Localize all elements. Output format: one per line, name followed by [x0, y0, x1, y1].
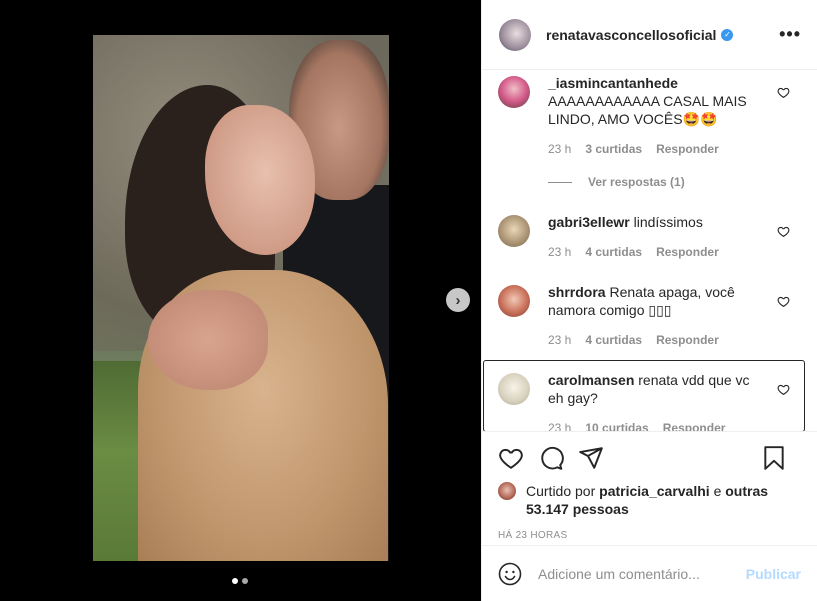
first-liker-link[interactable]: patricia_carvalhi	[599, 483, 710, 499]
carousel-dot	[242, 578, 248, 584]
post-header: renatavasconcellosoficial ✓ •••	[482, 0, 817, 70]
comments-list[interactable]: _iasmincantanhede AAAAAAAAAAAA CASAL MAI…	[482, 71, 817, 431]
reply-button[interactable]: Responder	[656, 333, 719, 347]
post-timestamp[interactable]: HÁ 23 HORAS	[498, 530, 801, 541]
comment-text: _iasmincantanhede AAAAAAAAAAAA CASAL MAI…	[548, 74, 768, 128]
owner-username[interactable]: renatavasconcellosoficial	[546, 27, 716, 43]
verified-badge-icon: ✓	[721, 28, 734, 41]
publish-button[interactable]: Publicar	[746, 566, 801, 582]
liked-by-text: Curtido por patricia_carvalhi e outras 5…	[526, 482, 801, 518]
comment-item: shrrdora Renata apaga, você namora comig…	[498, 283, 804, 347]
add-comment-bar: Adicione um comentário... Publicar	[482, 545, 817, 601]
comment-meta: 23 h 10 curtidas Responder	[548, 421, 768, 431]
comment-username[interactable]: gabri3ellewr	[548, 214, 630, 230]
paper-plane-icon[interactable]	[578, 445, 604, 471]
comment-likes-count[interactable]: 3 curtidas	[585, 142, 642, 156]
post-actions: Curtido por patricia_carvalhi e outras 5…	[482, 431, 817, 545]
liked-by: Curtido por patricia_carvalhi e outras 5…	[498, 482, 801, 518]
commenter-avatar[interactable]	[498, 215, 530, 247]
comment-meta: 23 h 4 curtidas Responder	[548, 245, 768, 259]
chevron-right-icon: ›	[455, 291, 461, 309]
action-bar	[498, 444, 801, 472]
liked-by-conjunction: e	[713, 483, 722, 499]
commenter-avatar[interactable]	[498, 373, 530, 405]
comment-bubble-icon[interactable]	[538, 445, 564, 471]
comment-time[interactable]: 23 h	[548, 245, 571, 259]
heart-icon[interactable]	[777, 225, 790, 238]
carousel-indicator	[232, 578, 248, 584]
carousel-next-button[interactable]: ›	[446, 288, 470, 312]
bookmark-icon[interactable]	[761, 445, 787, 471]
comment-body: _iasmincantanhede AAAAAAAAAAAA CASAL MAI…	[548, 74, 768, 156]
comment-text: shrrdora Renata apaga, você namora comig…	[548, 283, 768, 319]
replies-divider	[548, 181, 572, 183]
comment-likes-count[interactable]: 4 curtidas	[585, 245, 642, 259]
comment-likes-count[interactable]: 4 curtidas	[585, 333, 642, 347]
comment-input[interactable]: Adicione um comentário...	[538, 566, 700, 582]
smiley-icon[interactable]	[498, 562, 522, 586]
comment-time[interactable]: 23 h	[548, 333, 571, 347]
view-replies-label: Ver respostas (1)	[588, 175, 685, 189]
heart-icon[interactable]	[777, 383, 790, 396]
comment-body: carolmansen renata vdd que vc eh gay? 23…	[548, 371, 768, 431]
post-photo[interactable]	[93, 35, 389, 561]
comment-content: lindíssimos	[633, 214, 703, 230]
comment-username[interactable]: shrrdora	[548, 284, 606, 300]
post-media: ›	[0, 0, 481, 601]
post-side-panel: renatavasconcellosoficial ✓ ••• _iasminc…	[481, 0, 817, 601]
liker-avatar[interactable]	[498, 482, 516, 500]
reply-button[interactable]: Responder	[663, 421, 726, 431]
comment-username[interactable]: carolmansen	[548, 372, 634, 388]
commenter-avatar[interactable]	[498, 285, 530, 317]
comment-item: gabri3ellewr lindíssimos 23 h 4 curtidas…	[498, 213, 804, 259]
comment-item: carolmansen renata vdd que vc eh gay? 23…	[498, 371, 804, 431]
comment-text: gabri3ellewr lindíssimos	[548, 213, 768, 231]
more-options-icon[interactable]: •••	[779, 24, 801, 45]
heart-icon[interactable]	[777, 86, 790, 99]
view-replies-button[interactable]: Ver respostas (1)	[548, 175, 685, 189]
heart-icon[interactable]	[498, 445, 524, 471]
comment-text: carolmansen renata vdd que vc eh gay?	[548, 371, 768, 407]
comment-body: gabri3ellewr lindíssimos 23 h 4 curtidas…	[548, 213, 768, 259]
comment-content: AAAAAAAAAAAA CASAL MAIS LINDO, AMO VOCÊS…	[548, 93, 747, 127]
comment-meta: 23 h 4 curtidas Responder	[548, 333, 768, 347]
reply-button[interactable]: Responder	[656, 245, 719, 259]
liked-by-prefix: Curtido por	[526, 483, 596, 499]
comment-username[interactable]: _iasmincantanhede	[548, 75, 678, 91]
comment-item: _iasmincantanhede AAAAAAAAAAAA CASAL MAI…	[498, 74, 804, 156]
comment-body: shrrdora Renata apaga, você namora comig…	[548, 283, 768, 347]
comment-time[interactable]: 23 h	[548, 142, 571, 156]
comment-likes-count[interactable]: 10 curtidas	[585, 421, 648, 431]
reply-button[interactable]: Responder	[656, 142, 719, 156]
photo-arm	[148, 290, 268, 390]
comment-time[interactable]: 23 h	[548, 421, 571, 431]
comment-meta: 23 h 3 curtidas Responder	[548, 142, 768, 156]
commenter-avatar[interactable]	[498, 76, 530, 108]
heart-icon[interactable]	[777, 295, 790, 308]
carousel-dot-active	[232, 578, 238, 584]
owner-avatar[interactable]	[499, 18, 531, 51]
